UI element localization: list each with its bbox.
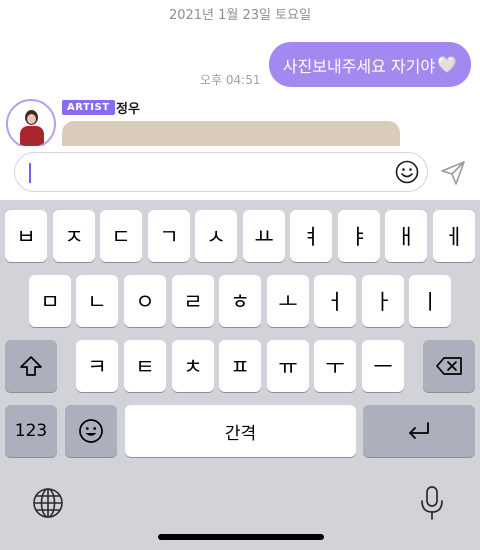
return-icon [409, 422, 429, 439]
return-key[interactable] [363, 405, 475, 457]
artist-badge: ARTIST [62, 100, 115, 115]
key-yeo[interactable]: ㅕ [290, 210, 332, 262]
send-icon[interactable] [439, 159, 467, 187]
avatar-body [20, 126, 44, 146]
chat-area: 2021년 1월 23일 토요일 사진보내주세요 자기야 🤍 오후 04:51 … [0, 0, 480, 146]
emoji-key[interactable] [65, 405, 117, 457]
numbers-key[interactable]: 123 [5, 405, 57, 457]
key-r[interactable]: ㄹ [172, 275, 214, 327]
shift-key[interactable] [5, 340, 57, 392]
keyboard: ㅂ ㅈ ㄷ ㄱ ㅅ ㅛ ㅕ ㅑ ㅐ ㅔ ㅁ ㄴ ㅇ ㄹ ㅎ ㅗ ㅓ ㅏ ㅣ ㅋ … [0, 200, 480, 550]
message-input[interactable] [14, 152, 428, 192]
key-ae[interactable]: ㅐ [385, 210, 427, 262]
key-u[interactable]: ㅜ [314, 340, 356, 392]
backspace-key[interactable] [423, 340, 475, 392]
date-header: 2021년 1월 23일 토요일 [168, 8, 312, 23]
key-ya[interactable]: ㅑ [338, 210, 380, 262]
key-eu[interactable]: ㅡ [362, 340, 404, 392]
key-h[interactable]: ㅎ [219, 275, 261, 327]
key-e[interactable]: ㅔ [433, 210, 475, 262]
space-key[interactable]: 간격 [125, 405, 356, 457]
key-yu[interactable]: ㅠ [267, 340, 309, 392]
text-caret [29, 163, 31, 183]
key-n[interactable]: ㄴ [76, 275, 118, 327]
key-p[interactable]: ㅍ [219, 340, 261, 392]
message-time: 오후 04:51 [200, 73, 261, 87]
key-a[interactable]: ㅏ [362, 275, 404, 327]
home-indicator[interactable] [158, 534, 324, 540]
heart-emoji: 🤍 [437, 55, 457, 74]
message-input-bar [0, 146, 480, 200]
key-m[interactable]: ㅁ [29, 275, 71, 327]
avatar[interactable] [6, 99, 56, 146]
key-ch[interactable]: ㅊ [172, 340, 214, 392]
key-d[interactable]: ㄷ [100, 210, 142, 262]
key-yo[interactable]: ㅛ [243, 210, 285, 262]
outgoing-message-text: 사진보내주세요 자기야 [282, 56, 436, 76]
globe-icon[interactable] [32, 487, 64, 519]
key-ng[interactable]: ㅇ [124, 275, 166, 327]
sender-name: 정우 [116, 102, 140, 117]
outgoing-message-bubble[interactable]: 사진보내주세요 자기야 🤍 [268, 42, 471, 87]
key-s[interactable]: ㅅ [195, 210, 237, 262]
key-b[interactable]: ㅂ [5, 210, 47, 262]
key-g[interactable]: ㄱ [148, 210, 190, 262]
avatar-face [27, 114, 36, 124]
key-i[interactable]: ㅣ [409, 275, 451, 327]
emoji-icon[interactable] [395, 160, 419, 184]
key-o[interactable]: ㅗ [267, 275, 309, 327]
emoji-icon [79, 419, 103, 443]
key-eo[interactable]: ㅓ [314, 275, 356, 327]
backspace-icon [436, 357, 462, 375]
key-j[interactable]: ㅈ [53, 210, 95, 262]
key-k[interactable]: ㅋ [76, 340, 118, 392]
key-t[interactable]: ㅌ [124, 340, 166, 392]
microphone-icon[interactable] [420, 485, 444, 521]
photo-message-preview[interactable] [62, 121, 400, 146]
shift-icon [20, 356, 42, 376]
